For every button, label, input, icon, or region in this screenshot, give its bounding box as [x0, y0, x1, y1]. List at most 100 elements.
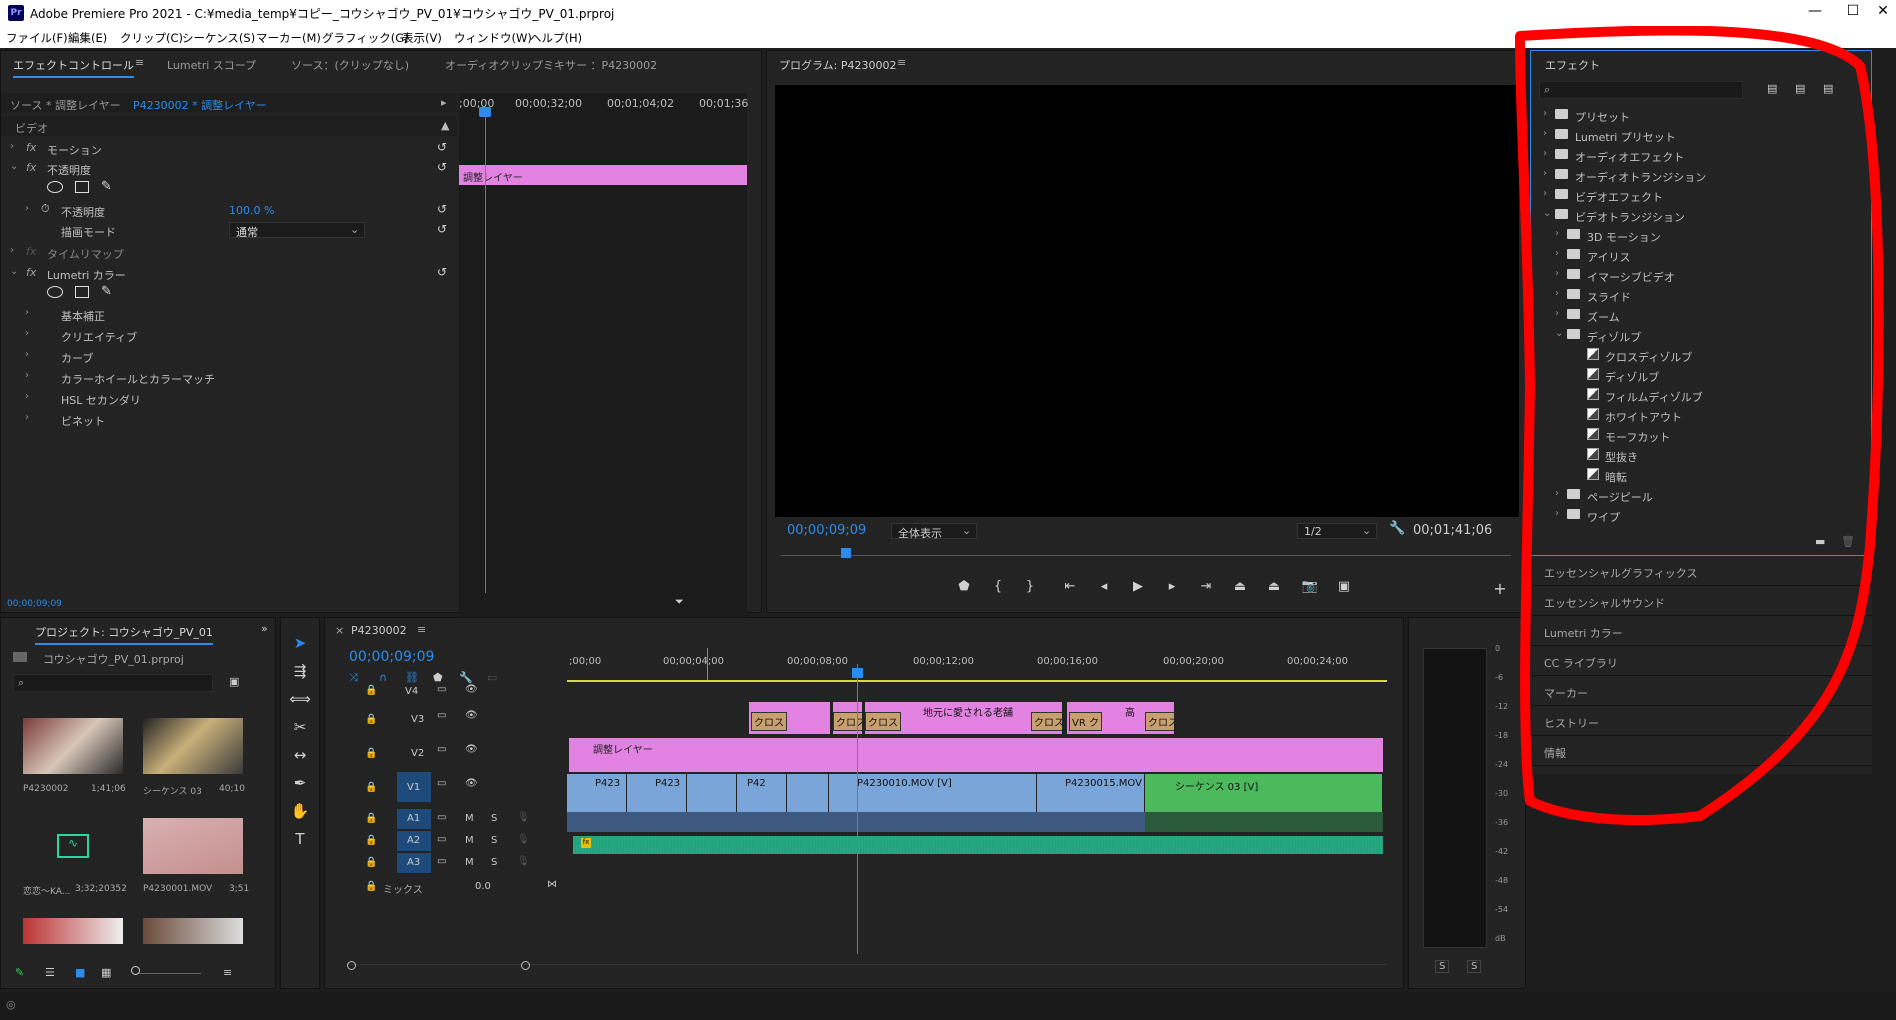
menu-marker[interactable]: マーカー(M) [256, 30, 321, 46]
menu-graphic[interactable]: グラフィック(G) [322, 30, 409, 46]
media-thumbnail[interactable] [143, 918, 243, 944]
ripple-edit-tool-icon[interactable]: ⟺ [289, 690, 311, 712]
ec-mini-timeline[interactable]: ;00;00 00;00;32;00 00;01;04;02 00;01;36 … [459, 93, 748, 633]
v2-adjustment-layer-clip[interactable]: 調整レイヤー [569, 738, 1383, 772]
v3-clip[interactable]: クロス 地元に愛される老舗 クロス [865, 702, 1063, 734]
minimize-button[interactable]: — [1800, 3, 1830, 23]
sync-icon[interactable]: ▭ [437, 710, 446, 721]
solo-button[interactable]: S [491, 857, 497, 868]
lock-icon[interactable]: 🔒 [365, 813, 377, 824]
track-select-tool-icon[interactable]: ⇶ [289, 662, 311, 684]
motion-row[interactable]: › fx モーション ↺ [1, 138, 457, 158]
mic-icon[interactable]: 🎙 [517, 812, 530, 823]
ec-footer-timecode[interactable]: 00;00;09;09 [7, 599, 62, 609]
sync-icon[interactable]: ▭ [437, 834, 446, 845]
zoom-slider[interactable] [137, 973, 201, 974]
transition-marker[interactable]: クロス [1145, 712, 1174, 731]
media-thumbnail[interactable] [23, 918, 123, 944]
vignette-row[interactable]: › ビネット [1, 409, 457, 429]
tab-effect-controls[interactable]: エフェクトコントロール [13, 57, 134, 78]
a1-audio-clip[interactable] [1145, 812, 1383, 832]
type-tool-icon[interactable]: T [289, 830, 311, 852]
program-playhead[interactable] [841, 548, 851, 558]
panel-overflow-icon[interactable]: » [261, 622, 268, 635]
sync-icon[interactable]: ▭ [437, 744, 446, 755]
wrench-icon[interactable]: 🔧 [459, 671, 473, 684]
timeline-timecode[interactable]: 00;00;09;09 [349, 649, 434, 665]
v3-clip[interactable]: クロス [833, 702, 863, 734]
program-title[interactable]: プログラム: P4230002 [779, 57, 897, 73]
chevron-right-icon[interactable]: › [25, 203, 29, 214]
fx-icon[interactable]: fx [26, 266, 36, 279]
sync-icon[interactable]: ▭ [437, 856, 446, 867]
fx-icon[interactable]: fx [26, 161, 36, 174]
chevron-right-icon[interactable]: › [10, 245, 14, 256]
solo-button[interactable]: S [491, 813, 497, 824]
media-thumbnail[interactable] [23, 718, 123, 774]
v1-clip[interactable]: P423 [627, 774, 687, 812]
rectangle-mask-icon[interactable] [75, 286, 89, 298]
panel-menu-icon[interactable]: ≡ [135, 56, 144, 69]
a1-audio-clip[interactable] [567, 812, 1145, 832]
audio-thumbnail[interactable]: ∿ [23, 818, 123, 874]
opacity-value[interactable]: 100.0 % [229, 204, 274, 217]
menu-clip[interactable]: クリップ(C) [120, 30, 183, 46]
chevron-right-icon[interactable]: › [25, 391, 29, 402]
hand-tool-icon[interactable]: ✋ [289, 802, 311, 824]
filter-icon[interactable]: ⏷ [675, 595, 684, 609]
transition-marker[interactable]: クロス [751, 712, 787, 731]
solo-left-button[interactable]: S [1435, 960, 1450, 973]
sort-icon[interactable]: ≡ [223, 966, 232, 979]
a2-audio-clip[interactable] [573, 836, 1383, 854]
step-forward-icon[interactable]: ▸ [1159, 579, 1185, 601]
stopwatch-icon[interactable]: ⏱ [41, 202, 50, 216]
sync-icon[interactable]: ▭ [437, 778, 446, 789]
curves-row[interactable]: › カーブ [1, 346, 457, 366]
track-v1[interactable]: P423 P423 P42 P4230010.MOV [V] P4230015.… [567, 774, 1383, 812]
lumetri-row[interactable]: ⌄ fx Lumetri カラー ↺ [1, 263, 457, 283]
scroll-up-icon[interactable]: ▲ [441, 119, 449, 132]
add-marker-icon[interactable]: ⬟ [433, 671, 443, 684]
timeline-horizontal-scrollbar[interactable] [347, 961, 1387, 972]
add-marker-icon[interactable]: ⬟ [951, 579, 977, 601]
ec-clip-bar[interactable]: 調整レイヤー [459, 165, 747, 185]
close-icon[interactable]: × [335, 624, 344, 637]
transition-marker[interactable]: VR ク [1069, 712, 1102, 731]
linked-selection-icon[interactable]: ⛓ [405, 671, 419, 684]
eye-icon[interactable]: 👁 [465, 744, 478, 755]
lock-icon[interactable]: 🔒 [365, 835, 377, 846]
play-only-icon[interactable]: ▸ [441, 96, 447, 109]
media-thumbnail[interactable] [143, 718, 243, 774]
ellipse-mask-icon[interactable] [47, 286, 63, 298]
zoom-select[interactable]: 全体表示 ⌄ [891, 523, 977, 540]
captions-icon[interactable]: ▭ [487, 671, 497, 684]
extract-icon[interactable]: ⏏ [1261, 579, 1287, 601]
menu-sequence[interactable]: シーケンス(S) [182, 30, 255, 46]
zoom-slider-handle[interactable] [131, 966, 140, 975]
scroll-handle-left[interactable] [347, 961, 356, 970]
chevron-right-icon[interactable]: › [25, 370, 29, 381]
menu-file[interactable]: ファイル(F) [6, 30, 68, 46]
lock-icon[interactable]: 🔒 [365, 857, 377, 868]
v1-clip[interactable]: P4230015.MOV [1037, 774, 1145, 812]
v1-clip[interactable] [787, 774, 829, 812]
v1-clip[interactable]: P4230010.MOV [V] [829, 774, 1037, 812]
transition-marker[interactable]: クロス [865, 712, 901, 731]
lock-icon[interactable]: 🔒 [365, 748, 377, 759]
hsl-row[interactable]: › HSL セカンダリ [1, 388, 457, 408]
nest-icon[interactable]: ⤨ [349, 671, 358, 685]
timeline-ruler[interactable]: ;00;00 00;00;04;00 00;00;08;00 00;00;12;… [567, 648, 1387, 684]
pencil-icon[interactable]: ✎ [15, 966, 24, 979]
chevron-down-icon[interactable]: ⌄ [10, 266, 18, 277]
chevron-right-icon[interactable]: › [25, 412, 29, 423]
chevron-right-icon[interactable]: › [10, 141, 14, 152]
program-scrubber[interactable] [781, 555, 1511, 556]
mark-in-icon[interactable]: { [985, 579, 1011, 601]
chevron-right-icon[interactable]: › [25, 349, 29, 360]
source-label[interactable]: ソース * 調整レイヤー [10, 97, 121, 113]
time-remap-row[interactable]: › fx タイムリマップ [1, 242, 457, 262]
mix-end-icon[interactable]: ⋈ [547, 879, 557, 890]
lock-icon[interactable]: 🔒 [365, 881, 377, 892]
selection-tool-icon[interactable]: ➤ [289, 634, 311, 656]
project-title[interactable]: プロジェクト: コウシャゴウ_PV_01 [35, 624, 213, 645]
